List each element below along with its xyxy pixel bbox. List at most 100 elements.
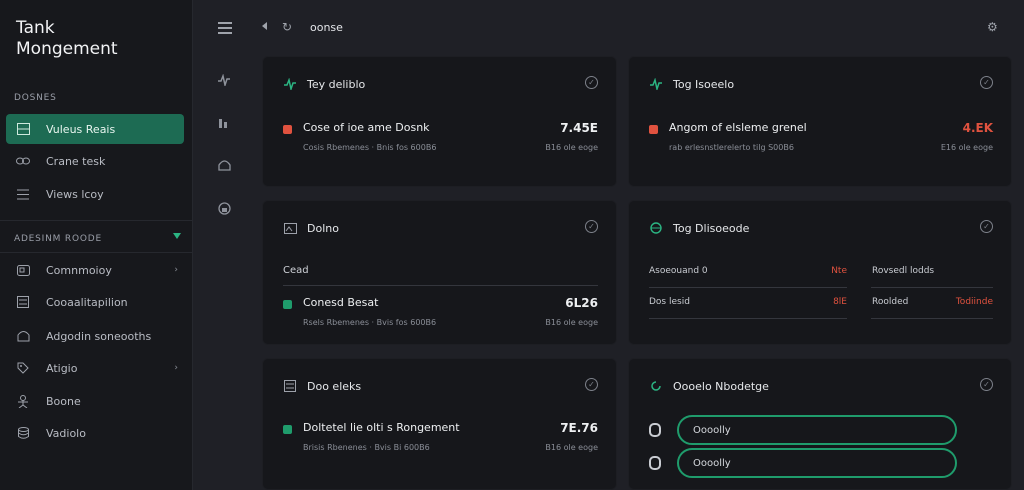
section-collapse-caret-icon[interactable] <box>173 233 181 239</box>
task-sub: B16 ole eoge <box>545 143 598 152</box>
sidebar-divider <box>0 220 193 221</box>
tag-icon <box>16 361 30 375</box>
dist-value: Nte <box>831 266 847 276</box>
lines-icon <box>16 187 30 201</box>
grid-icon <box>16 263 30 277</box>
divider <box>283 285 598 286</box>
priority-high-marker <box>283 125 292 134</box>
card-tey-deliblo: Tey deliblo ✓ Cose of ioe ame Dosnk Cosi… <box>262 56 617 187</box>
priority-normal-marker <box>283 300 292 309</box>
check-icon[interactable]: ✓ <box>585 378 598 391</box>
card-subheading: Cead <box>283 265 309 276</box>
app-title: Tank Mongement <box>16 18 118 59</box>
task-row[interactable]: Angom of elsleme grenel rab erlesnstlere… <box>649 121 993 161</box>
task-meta: Brisis Rbenenes · Bvis Bi 600B6 <box>303 443 430 452</box>
refresh-icon[interactable]: ↻ <box>282 20 292 34</box>
sidebar-item-vuleus-reais[interactable]: Vuleus Reais <box>6 114 184 144</box>
stack-icon <box>16 426 30 440</box>
sidebar-item-comnmoioy[interactable]: Comnmoioy › <box>6 255 184 285</box>
card-header: Dolno <box>283 221 339 235</box>
shield-icon <box>16 329 30 343</box>
rail-lock-icon[interactable] <box>216 200 232 216</box>
sidebar-item-label: Vadiolo <box>46 426 86 440</box>
card-title: Tog Isoeelo <box>673 77 735 91</box>
image-icon <box>283 221 297 235</box>
card-title: Dolno <box>307 221 339 235</box>
sidebar-divider <box>0 252 193 253</box>
task-sub: B16 ole eoge <box>545 318 598 327</box>
sidebar-item-label: Views lcoy <box>46 187 104 201</box>
doc-icon <box>16 295 30 309</box>
check-icon[interactable]: ✓ <box>585 220 598 233</box>
sidebar: Tank Mongement Dosnes Vuleus Reais Crane… <box>0 0 193 490</box>
sidebar-item-label: Crane tesk <box>46 154 106 168</box>
dist-label: Asoeouand 0 <box>649 266 708 276</box>
task-sub: B16 ole eoge <box>545 443 598 452</box>
sidebar-item-crane-tesk[interactable]: Crane tesk <box>6 146 184 176</box>
back-arrow-icon[interactable] <box>262 22 267 30</box>
task-title: Doltetel lie olti s Rongement <box>303 421 460 434</box>
sidebar-item-views-lcoy[interactable]: Views lcoy <box>6 179 184 209</box>
pulse-icon <box>283 77 297 91</box>
priority-high-marker <box>649 125 658 134</box>
refresh-icon <box>649 379 663 393</box>
chevron-right-icon: › <box>174 363 178 373</box>
sidebar-item-vadiolo[interactable]: Vadiolo <box>6 418 184 448</box>
dist-label: Rovsedl lodds <box>872 266 935 276</box>
card-header: Tog Dlisoeode <box>649 221 749 235</box>
chevron-right-icon: › <box>174 265 178 275</box>
breadcrumb[interactable]: oonse <box>310 21 343 34</box>
sidebar-section-label: Adesinm Roode <box>14 234 102 244</box>
link-icon <box>16 154 30 168</box>
divider <box>871 318 993 319</box>
task-row[interactable]: Doltetel lie olti s Rongement Brisis Rbe… <box>283 421 598 461</box>
sidebar-item-atigio[interactable]: Atigio › <box>6 353 184 383</box>
option-pill[interactable]: Oooolly <box>677 448 957 478</box>
divider <box>871 287 993 288</box>
sidebar-item-cooaalitapilion[interactable]: Cooaalitapilion <box>6 287 184 317</box>
sidebar-item-label: Adgodin soneooths <box>46 329 152 343</box>
menu-icon[interactable] <box>218 22 232 37</box>
toggle-icon <box>649 456 661 470</box>
settings-icon[interactable]: ⚙ <box>987 20 998 34</box>
rail-bars-icon[interactable] <box>216 115 232 131</box>
person-icon <box>16 394 30 408</box>
check-icon[interactable]: ✓ <box>980 76 993 89</box>
task-value: 7.45E <box>560 121 598 135</box>
task-sub: E16 ole eoge <box>940 143 993 152</box>
option-pill[interactable]: Oooolly <box>677 415 957 445</box>
task-meta: Rsels Rbemenes · Bvis fos 600B6 <box>303 318 437 327</box>
task-title: Angom of elsleme grenel <box>669 121 807 134</box>
card-title: Tog Dlisoeode <box>673 221 750 235</box>
sidebar-item-boone[interactable]: Boone <box>6 386 184 416</box>
divider <box>649 318 847 319</box>
card-tog-isoeelo: Tog Isoeelo ✓ Angom of elsleme grenel ra… <box>628 56 1012 187</box>
task-row[interactable]: Cose of ioe ame Dosnk Cosis Rbemenes · B… <box>283 121 598 161</box>
task-meta: Cosis Rbemenes · Bnis fos 600B6 <box>303 143 437 152</box>
card-title: Tey deliblo <box>307 77 366 91</box>
task-title: Cose of ioe ame Dosnk <box>303 121 430 134</box>
toggle-icon <box>649 423 661 437</box>
pulse-icon <box>649 77 663 91</box>
sidebar-item-adgodin-soneooths[interactable]: Adgodin soneooths <box>6 321 184 351</box>
card-dolno: Dolno ✓ Cead Conesd Besat Rsels Rbemenes… <box>262 200 617 345</box>
sidebar-item-label: Boone <box>46 394 81 408</box>
sidebar-item-label: Atigio <box>46 361 78 375</box>
check-icon[interactable]: ✓ <box>980 378 993 391</box>
dist-value: 8lE <box>833 297 847 307</box>
card-header: Tog Isoeelo <box>649 77 734 91</box>
check-icon[interactable]: ✓ <box>980 220 993 233</box>
check-icon[interactable]: ✓ <box>585 76 598 89</box>
doc-icon <box>283 379 297 393</box>
rail-shield-icon[interactable] <box>216 157 232 173</box>
rail-pulse-icon[interactable] <box>216 72 232 88</box>
task-value: 4.EK <box>962 121 993 135</box>
card-oooelo-nbodetge: Oooelo Nbodetge ✓ Oooolly Oooolly <box>628 358 1012 490</box>
list-icon <box>16 122 30 136</box>
card-header: Oooelo Nbodetge <box>649 379 769 393</box>
task-row[interactable]: Conesd Besat Rsels Rbemenes · Bvis fos 6… <box>283 296 598 336</box>
priority-normal-marker <box>283 425 292 434</box>
task-value: 7E.76 <box>560 421 598 435</box>
card-header: Doo eleks <box>283 379 361 393</box>
dist-label: Roolded <box>872 297 909 307</box>
